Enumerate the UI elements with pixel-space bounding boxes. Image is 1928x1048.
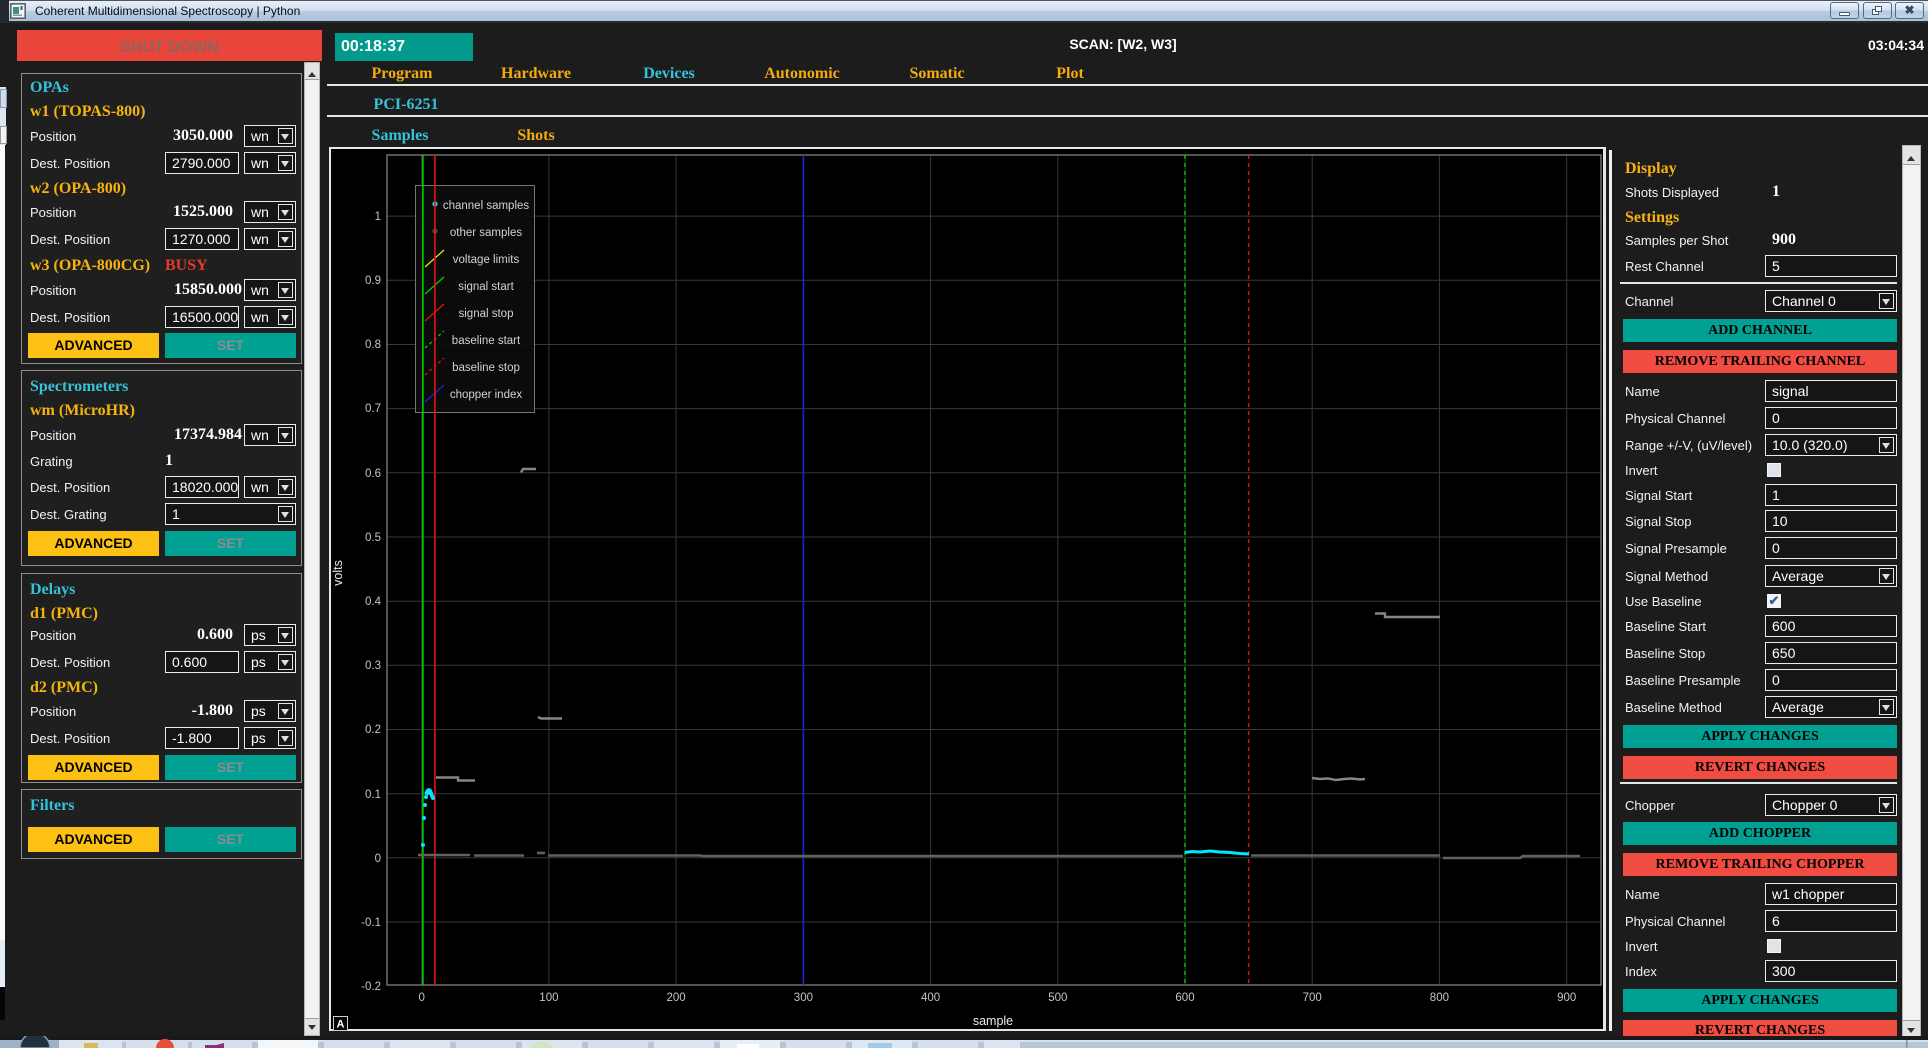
svg-text:300: 300 <box>794 992 813 1004</box>
svg-text:0.9: 0.9 <box>365 275 381 287</box>
svg-text:voltage limits: voltage limits <box>453 254 520 266</box>
svg-text:100: 100 <box>539 992 558 1004</box>
svg-text:-0.1: -0.1 <box>361 917 381 929</box>
svg-text:0.1: 0.1 <box>365 789 381 801</box>
svg-text:0.4: 0.4 <box>365 596 382 608</box>
svg-text:0.5: 0.5 <box>365 532 381 544</box>
svg-text:0.6: 0.6 <box>365 468 381 480</box>
svg-text:500: 500 <box>1048 992 1067 1004</box>
svg-text:700: 700 <box>1303 992 1322 1004</box>
svg-text:signal stop: signal stop <box>459 308 514 320</box>
svg-text:1: 1 <box>375 211 381 223</box>
svg-text:600: 600 <box>1175 992 1194 1004</box>
svg-text:900: 900 <box>1557 992 1576 1004</box>
svg-text:other samples: other samples <box>450 227 522 239</box>
svg-text:A: A <box>337 1019 345 1031</box>
svg-text:0.3: 0.3 <box>365 660 381 672</box>
svg-text:signal start: signal start <box>458 281 514 293</box>
svg-text:0.8: 0.8 <box>365 339 381 351</box>
svg-text:chopper index: chopper index <box>450 389 522 401</box>
svg-text:0: 0 <box>418 992 424 1004</box>
svg-text:baseline stop: baseline stop <box>452 362 520 374</box>
svg-text:volts: volts <box>331 560 345 586</box>
svg-text:channel samples: channel samples <box>443 200 530 212</box>
svg-text:200: 200 <box>667 992 686 1004</box>
svg-text:0.7: 0.7 <box>365 403 381 415</box>
svg-text:400: 400 <box>921 992 940 1004</box>
svg-text:sample: sample <box>973 1014 1013 1028</box>
svg-text:baseline start: baseline start <box>452 335 521 347</box>
svg-text:800: 800 <box>1430 992 1449 1004</box>
svg-text:0.2: 0.2 <box>365 724 381 736</box>
svg-text:-0.2: -0.2 <box>361 981 381 993</box>
svg-text:0: 0 <box>375 853 381 865</box>
